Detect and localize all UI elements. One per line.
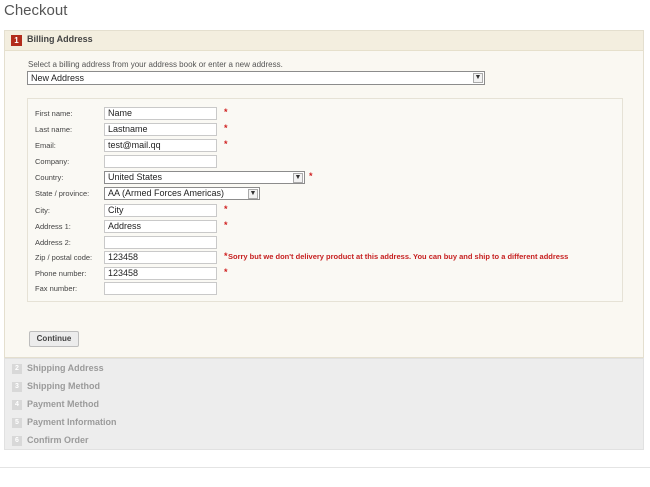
- last-name-label: Last name:: [35, 125, 73, 134]
- required-marker: *: [224, 267, 228, 277]
- first-name-label: First name:: [35, 109, 73, 118]
- phone-row: Phone number: 123458 *: [28, 267, 622, 281]
- country-select[interactable]: United States ▼: [104, 171, 305, 184]
- step-number-badge: 3: [12, 382, 22, 392]
- required-marker: *: [224, 123, 228, 133]
- phone-field[interactable]: 123458: [104, 267, 217, 280]
- fax-row: Fax number:: [28, 282, 622, 296]
- address2-field[interactable]: [104, 236, 217, 249]
- company-field[interactable]: [104, 155, 217, 168]
- chevron-down-icon[interactable]: ▼: [473, 73, 483, 83]
- required-marker: *: [224, 107, 228, 117]
- address2-label: Address 2:: [35, 238, 71, 247]
- step-number-badge: 2: [12, 364, 22, 374]
- email-row: Email: test@mail.qq *: [28, 139, 622, 153]
- company-row: Company:: [28, 155, 622, 169]
- address-select-value: New Address: [31, 73, 85, 83]
- billing-form: First name: Name * Last name: Lastname *…: [27, 98, 623, 302]
- billing-step-header[interactable]: 1 Billing Address: [5, 31, 643, 51]
- fax-field[interactable]: [104, 282, 217, 295]
- country-row: Country: United States ▼ *: [28, 171, 622, 185]
- footer-divider: [0, 467, 650, 468]
- page-title: Checkout: [4, 2, 68, 19]
- country-label: Country:: [35, 173, 64, 182]
- address1-field[interactable]: Address: [104, 220, 217, 233]
- step-title: Shipping Address: [27, 363, 104, 373]
- city-row: City: City *: [28, 204, 622, 218]
- last-name-field[interactable]: Lastname: [104, 123, 217, 136]
- step-title: Payment Method: [27, 399, 100, 409]
- step-title: Billing Address: [27, 34, 93, 44]
- step-shipping-address[interactable]: 2 Shipping Address: [5, 361, 643, 377]
- first-name-row: First name: Name *: [28, 107, 622, 121]
- company-label: Company:: [35, 157, 70, 166]
- first-name-field[interactable]: Name: [104, 107, 217, 120]
- address2-row: Address 2:: [28, 236, 622, 250]
- step-payment-information[interactable]: 5 Payment Information: [5, 415, 643, 431]
- step-title: Shipping Method: [27, 381, 100, 391]
- email-label: Email:: [35, 141, 56, 150]
- address-select-note: Select a billing address from your addre…: [28, 60, 283, 69]
- last-name-row: Last name: Lastname *: [28, 123, 622, 137]
- phone-label: Phone number:: [35, 269, 87, 278]
- step-number-badge: 6: [12, 436, 22, 446]
- city-field[interactable]: City: [104, 204, 217, 217]
- step-payment-method[interactable]: 4 Payment Method: [5, 397, 643, 413]
- city-label: City:: [35, 206, 50, 215]
- required-marker: *: [309, 171, 313, 181]
- step-number-badge: 5: [12, 418, 22, 428]
- fax-label: Fax number:: [35, 284, 78, 293]
- required-marker: *: [224, 139, 228, 149]
- required-marker: *: [224, 251, 228, 261]
- step-shipping-method[interactable]: 3 Shipping Method: [5, 379, 643, 395]
- zip-field[interactable]: 123458: [104, 251, 217, 264]
- address1-row: Address 1: Address *: [28, 220, 622, 234]
- required-marker: *: [224, 220, 228, 230]
- step-confirm-order[interactable]: 6 Confirm Order: [5, 433, 643, 449]
- state-row: State / province: AA (Armed Forces Ameri…: [28, 187, 622, 201]
- state-select-value: AA (Armed Forces Americas): [108, 188, 225, 198]
- address1-label: Address 1:: [35, 222, 71, 231]
- step-number-badge: 1: [11, 35, 22, 46]
- country-select-value: United States: [108, 172, 163, 182]
- step-title: Confirm Order: [27, 435, 89, 445]
- state-label: State / province:: [35, 189, 90, 198]
- email-field[interactable]: test@mail.qq: [104, 139, 217, 152]
- continue-button[interactable]: Continue: [29, 331, 79, 347]
- chevron-down-icon[interactable]: ▼: [248, 189, 258, 199]
- zip-error-message: Sorry but we don't delivery product at t…: [228, 252, 569, 261]
- zip-row: Zip / postal code: 123458 * Sorry but we…: [28, 251, 622, 265]
- chevron-down-icon[interactable]: ▼: [293, 173, 303, 183]
- state-select[interactable]: AA (Armed Forces Americas) ▼: [104, 187, 260, 200]
- checkout-steps-list: 2 Shipping Address 3 Shipping Method 4 P…: [4, 358, 644, 450]
- billing-address-panel: 1 Billing Address Select a billing addre…: [4, 30, 644, 358]
- address-book-select[interactable]: New Address ▼: [27, 71, 485, 85]
- step-number-badge: 4: [12, 400, 22, 410]
- zip-label: Zip / postal code:: [35, 253, 93, 262]
- step-title: Payment Information: [27, 417, 117, 427]
- required-marker: *: [224, 204, 228, 214]
